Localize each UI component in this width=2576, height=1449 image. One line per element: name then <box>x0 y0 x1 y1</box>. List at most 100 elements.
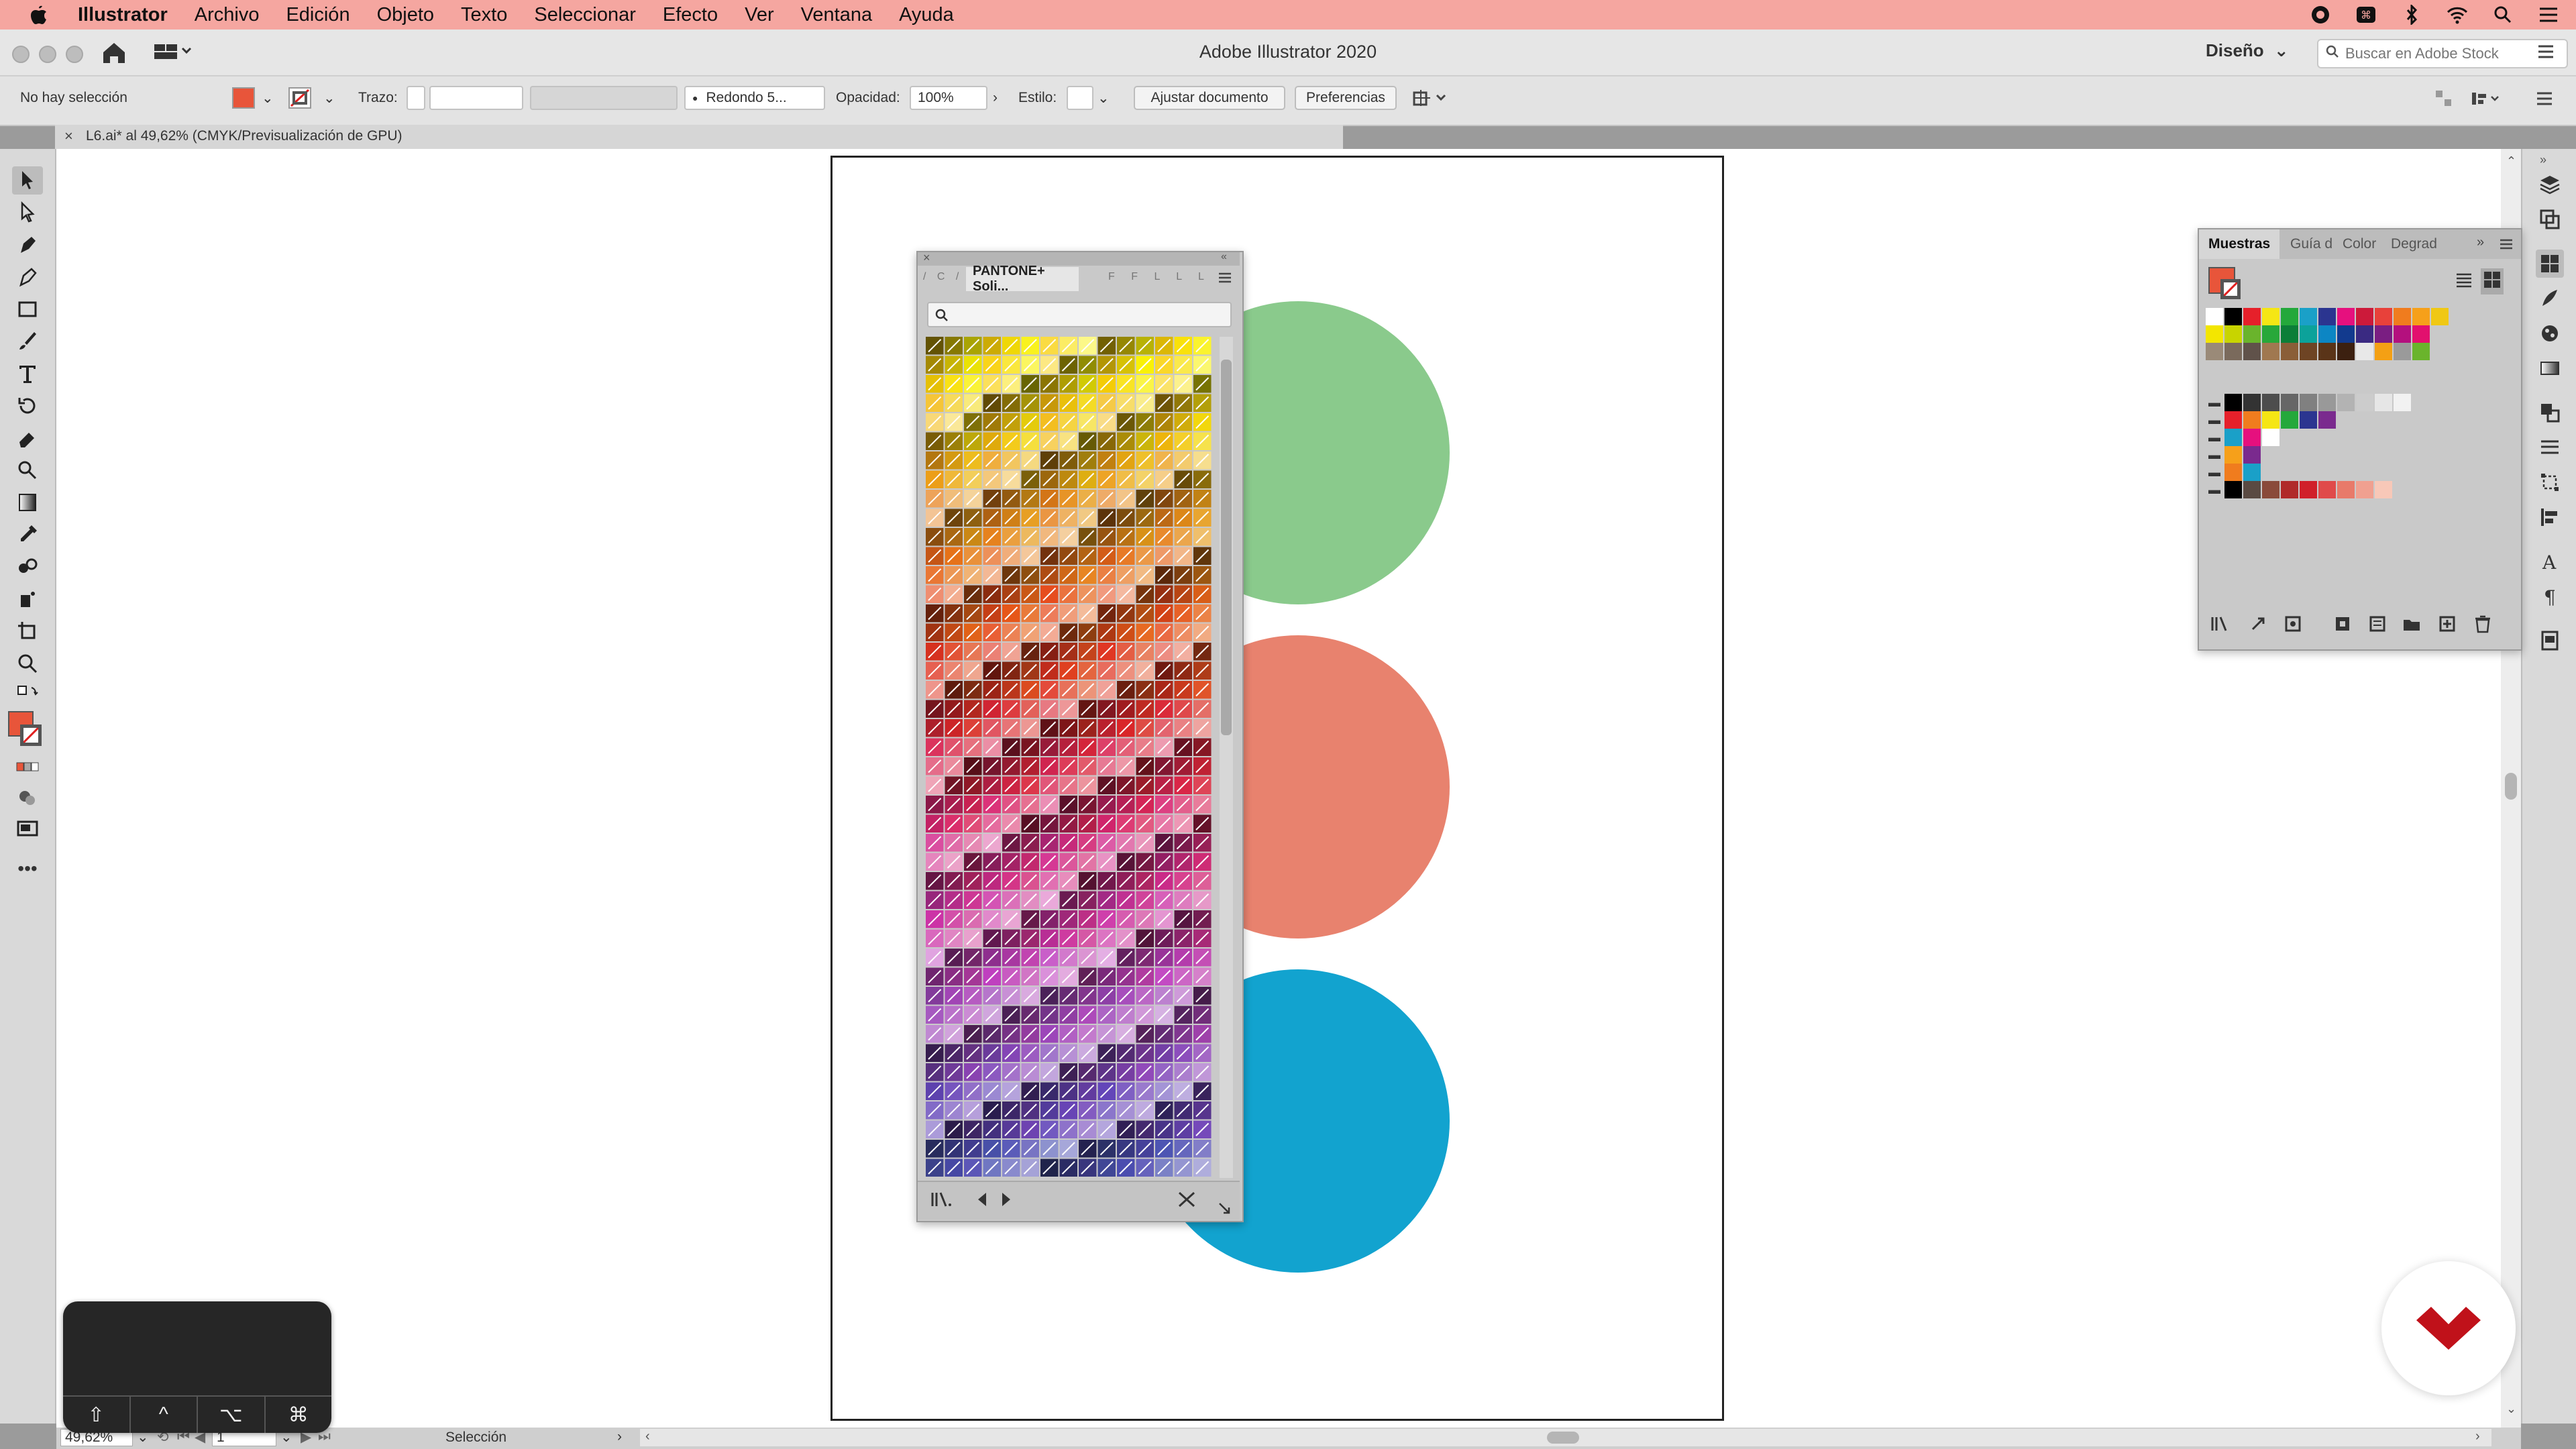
panel-drag-bar[interactable] <box>918 252 1240 266</box>
new-color-group-icon[interactable] <box>2402 614 2422 637</box>
control-center-icon[interactable] <box>2537 5 2560 25</box>
drawing-mode-icon[interactable] <box>12 784 43 812</box>
swatch[interactable] <box>2318 411 2336 429</box>
add-to-swatches-icon[interactable] <box>1177 1190 1197 1212</box>
swatch[interactable] <box>2224 481 2242 498</box>
swatch[interactable] <box>2318 343 2336 360</box>
more-tools-icon[interactable]: ••• <box>12 855 43 883</box>
menu-archivo[interactable]: Archivo <box>195 4 260 26</box>
swap-fill-stroke-icon[interactable] <box>12 682 43 710</box>
align-icon[interactable] <box>2470 89 2504 113</box>
swatch[interactable] <box>2300 394 2317 411</box>
new-swatch-icon[interactable] <box>2438 614 2458 637</box>
arrange-icon[interactable] <box>2434 89 2454 113</box>
swatch[interactable] <box>2281 481 2298 498</box>
gradient-panel-icon[interactable] <box>2536 354 2564 382</box>
trash-icon[interactable] <box>2473 614 2493 637</box>
color-group-folder-icon[interactable]: ▬ <box>2206 482 2223 497</box>
resize-handle-icon[interactable] <box>1217 1202 1233 1219</box>
swatch[interactable] <box>2206 308 2223 325</box>
tab-degradado[interactable]: Degrad <box>2391 236 2437 252</box>
swatch[interactable] <box>2243 308 2261 325</box>
swatch[interactable] <box>2337 308 2355 325</box>
artboards-panel-icon[interactable] <box>2536 205 2564 233</box>
bluetooth-icon[interactable] <box>2400 5 2423 25</box>
swatch[interactable] <box>2224 325 2242 343</box>
swatch[interactable] <box>2375 343 2392 360</box>
swatch[interactable] <box>2356 308 2373 325</box>
swatch[interactable] <box>2356 325 2373 343</box>
swatch[interactable] <box>2262 481 2279 498</box>
chevron-right-icon[interactable]: › <box>993 90 998 106</box>
workspace-switcher[interactable]: Diseño ⌄ <box>2206 40 2289 61</box>
menu-ayuda[interactable]: Ayuda <box>899 4 954 26</box>
layers-icon[interactable] <box>2536 170 2564 199</box>
swatch[interactable] <box>2243 464 2261 481</box>
scroll-up-icon[interactable]: ⌃ <box>2506 154 2516 168</box>
swatches-panel-icon[interactable] <box>2536 250 2564 278</box>
scroll-left-icon[interactable]: ‹ <box>645 1429 650 1444</box>
swatch[interactable] <box>2375 481 2392 498</box>
swatch[interactable] <box>2224 394 2242 411</box>
menu-ver[interactable]: Ver <box>745 4 774 26</box>
swatch[interactable] <box>2375 394 2392 411</box>
swatch[interactable] <box>2281 411 2298 429</box>
tab-muestras[interactable]: Muestras <box>2208 236 2270 252</box>
swatch[interactable] <box>2243 481 2261 498</box>
swatch[interactable] <box>2394 343 2411 360</box>
eraser-tool-icon[interactable] <box>12 424 43 452</box>
show-swatch-kinds-icon[interactable] <box>2249 614 2269 637</box>
swatch[interactable] <box>2412 325 2430 343</box>
swatch[interactable] <box>2300 325 2317 343</box>
swatch[interactable] <box>2243 446 2261 464</box>
swatch[interactable] <box>2300 308 2317 325</box>
pantone-search-field[interactable] <box>927 302 1232 327</box>
swatch[interactable] <box>2224 343 2242 360</box>
tab-color[interactable]: Color <box>2343 236 2376 252</box>
swatch[interactable] <box>2243 343 2261 360</box>
rotate-tool-icon[interactable] <box>12 392 43 420</box>
eyedropper-tool-icon[interactable] <box>12 521 43 549</box>
swatch[interactable] <box>2281 394 2298 411</box>
paintbrush-tool-icon[interactable] <box>12 327 43 356</box>
next-library-icon[interactable] <box>998 1190 1014 1212</box>
panel-menu-icon[interactable] <box>2498 236 2514 256</box>
swatch[interactable] <box>2412 343 2430 360</box>
direct-selection-tool-icon[interactable] <box>12 199 43 227</box>
list-view-icon[interactable] <box>2454 270 2474 293</box>
menu-ventana[interactable]: Ventana <box>801 4 872 26</box>
color-mode-icon[interactable] <box>12 753 43 781</box>
character-panel-icon[interactable]: A <box>2536 547 2564 576</box>
swatch[interactable] <box>2262 429 2279 446</box>
swatch[interactable] <box>2206 343 2223 360</box>
swatch-libraries-menu-icon[interactable] <box>930 1190 954 1212</box>
shift-key[interactable]: ⇧ <box>63 1397 131 1433</box>
pantone-scroll-thumb[interactable] <box>1221 360 1232 735</box>
grid-view-icon[interactable] <box>2481 268 2504 294</box>
variable-width-profile[interactable] <box>530 86 678 110</box>
record-icon[interactable] <box>2309 5 2332 25</box>
blend-tool-icon[interactable] <box>12 553 43 581</box>
pantone-tab[interactable]: PANTONE+ Soli... <box>966 264 1079 294</box>
stroke-weight-field[interactable] <box>429 86 523 110</box>
swatch[interactable] <box>2281 343 2298 360</box>
swatch[interactable] <box>2375 308 2392 325</box>
menu-edicion[interactable]: Edición <box>286 4 350 26</box>
swatch[interactable] <box>2262 308 2279 325</box>
control-key[interactable]: ^ <box>131 1397 198 1433</box>
brush-definition-dropdown[interactable]: ● Redondo 5... <box>684 86 825 110</box>
pantone-swatches[interactable] <box>926 337 1217 1178</box>
wifi-icon[interactable] <box>2446 5 2469 25</box>
menu-texto[interactable]: Texto <box>461 4 507 26</box>
opacity-field[interactable]: 100% <box>910 86 987 110</box>
swatch[interactable] <box>2206 325 2223 343</box>
stroke-color-swatch[interactable] <box>20 724 42 746</box>
swatches-grid[interactable]: ▬ ▬ ▬ ▬ ▬ ▬ <box>2206 307 2514 549</box>
graphic-style-swatch[interactable] <box>1067 86 1093 110</box>
edit-color-group-icon[interactable] <box>2368 614 2388 637</box>
swatch[interactable] <box>2300 411 2317 429</box>
swatch[interactable] <box>2281 308 2298 325</box>
menu-seleccionar[interactable]: Seleccionar <box>534 4 636 26</box>
transparency-panel-icon[interactable] <box>2536 398 2564 427</box>
tab-guia-color[interactable]: Guía d <box>2290 236 2332 252</box>
